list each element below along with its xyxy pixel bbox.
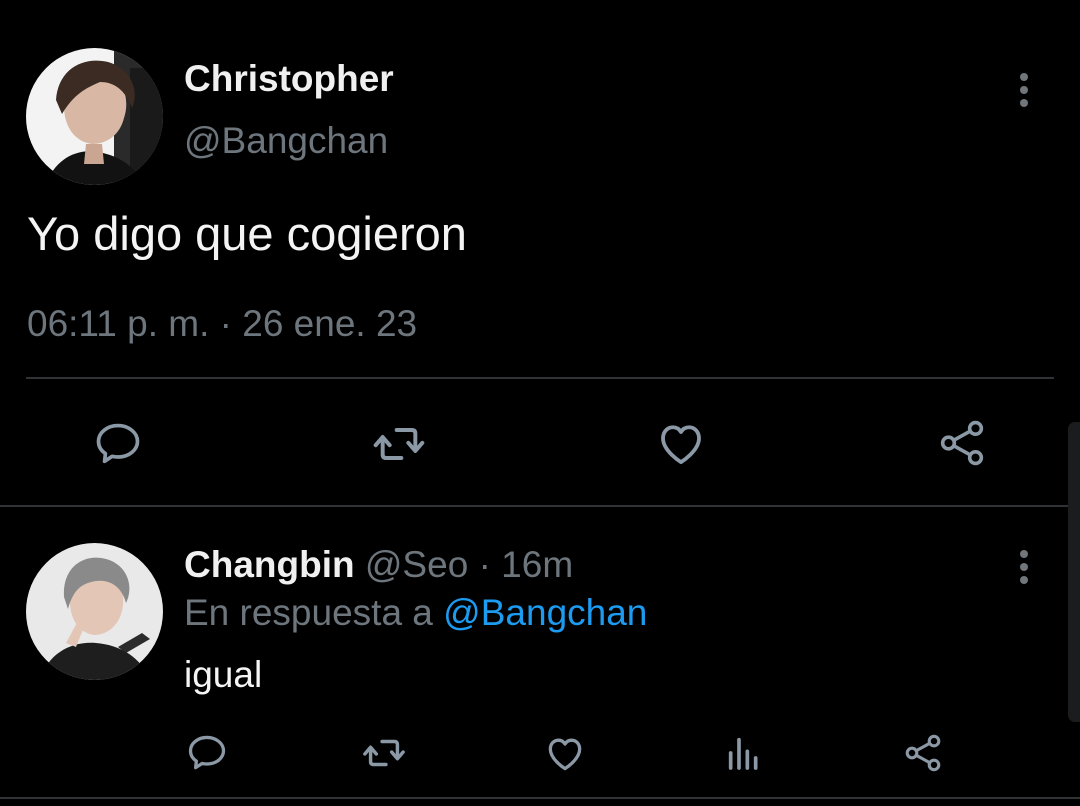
more-dot-icon: [1020, 550, 1028, 558]
reply-more-options-button[interactable]: [1014, 550, 1034, 584]
reply-header: Changbin @Seo · 16m: [184, 544, 573, 586]
reply-time-ago[interactable]: 16m: [501, 544, 573, 585]
reply-reply-button[interactable]: [182, 728, 232, 778]
analytics-icon: [728, 737, 758, 770]
main-tweet-timestamp[interactable]: 06:11 p. m. · 26 ene. 23: [27, 303, 417, 345]
retweet-icon: [363, 739, 405, 767]
scrollbar[interactable]: [1068, 422, 1080, 722]
reply-context: En respuesta a @Bangchan: [184, 592, 647, 634]
more-dot-icon: [1020, 563, 1028, 571]
reply-context-handle-link[interactable]: @Bangchan: [443, 592, 647, 633]
main-author-name[interactable]: Christopher: [184, 58, 394, 100]
reply-tweet-text: igual: [184, 654, 263, 695]
divider: [0, 505, 1080, 507]
reply-author-handle[interactable]: @Seo: [365, 544, 468, 585]
share-icon: [905, 734, 941, 772]
reply-tweet-avatar[interactable]: [26, 543, 163, 680]
heart-icon: [548, 738, 582, 771]
more-dot-icon: [1020, 99, 1028, 107]
main-tweet-text: Yo digo que cogieron: [27, 207, 467, 260]
main-share-button[interactable]: [932, 413, 992, 473]
divider: [0, 797, 1080, 799]
more-dot-icon: [1020, 86, 1028, 94]
main-more-options-button[interactable]: [1014, 73, 1034, 107]
reply-share-button[interactable]: [898, 728, 948, 778]
reply-like-button[interactable]: [540, 728, 590, 778]
reply-analytics-button[interactable]: [719, 728, 769, 778]
main-reply-button[interactable]: [88, 414, 148, 474]
main-author-handle[interactable]: @Bangchan: [184, 120, 388, 162]
retweet-icon: [373, 428, 425, 460]
main-tweet-avatar[interactable]: [26, 48, 163, 185]
more-dot-icon: [1020, 576, 1028, 584]
profile-photo-icon: [26, 48, 163, 185]
more-dot-icon: [1020, 73, 1028, 81]
comment-icon: [96, 423, 140, 464]
share-icon: [940, 420, 984, 466]
reply-retweet-button[interactable]: [359, 728, 409, 778]
reply-author-name[interactable]: Changbin: [184, 544, 355, 585]
reply-context-prefix: En respuesta a: [184, 592, 433, 633]
heart-icon: [661, 425, 701, 465]
divider: [26, 377, 1054, 379]
main-retweet-button[interactable]: [369, 414, 429, 474]
reply-separator: ·: [478, 544, 491, 585]
profile-photo-icon: [26, 543, 163, 680]
comment-icon: [188, 735, 226, 770]
main-like-button[interactable]: [651, 413, 711, 473]
